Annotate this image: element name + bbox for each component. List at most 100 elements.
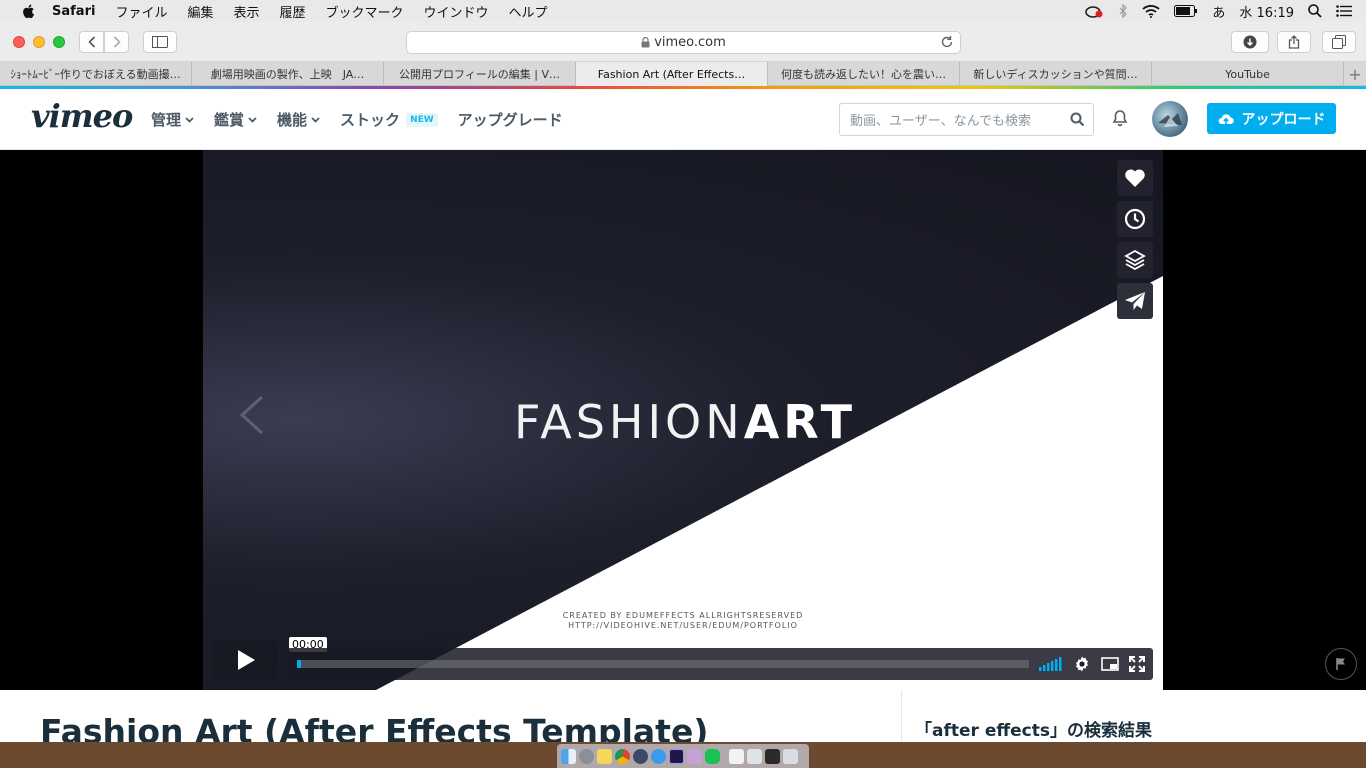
menu-file[interactable]: ファイル <box>115 2 167 21</box>
share-button[interactable] <box>1277 31 1311 53</box>
watch-later-button[interactable] <box>1117 201 1153 237</box>
chrome-dock-icon[interactable] <box>615 748 630 764</box>
trash-dock-icon[interactable] <box>783 748 798 764</box>
new-tab-button[interactable]: + <box>1344 62 1366 86</box>
progress-bar[interactable] <box>297 660 1029 668</box>
menu-app-safari[interactable]: Safari <box>52 4 95 19</box>
like-button[interactable] <box>1117 160 1153 196</box>
browser-tab[interactable]: 新しいディスカッションや質問… <box>960 62 1152 86</box>
upload-button[interactable]: アップロード <box>1207 103 1336 134</box>
minimize-window-button[interactable] <box>33 36 45 48</box>
cloud-upload-icon <box>1218 113 1234 124</box>
input-method-indicator[interactable]: あ <box>1212 2 1225 21</box>
fullscreen-icon[interactable] <box>1129 656 1145 672</box>
vimeo-header: vimeo 管理 鑑賞 機能 ストック NEW アップグレード 動画、ユーザー、な… <box>0 89 1366 150</box>
nav-upgrade[interactable]: アップグレード <box>458 109 563 130</box>
player-controls: 00:00 <box>213 637 1153 680</box>
browser-tab[interactable]: 劇場用映画の製作、上映 JA… <box>192 62 384 86</box>
heart-icon <box>1125 169 1145 187</box>
downloads-button[interactable] <box>1231 31 1269 53</box>
new-badge: NEW <box>406 112 438 127</box>
browser-tab[interactable]: YouTube <box>1152 62 1344 86</box>
paper-plane-icon <box>1125 292 1145 310</box>
chevron-left-icon <box>87 36 95 48</box>
browser-tab[interactable]: 何度も読み返したい！心を震い… <box>768 62 960 86</box>
menu-view[interactable]: 表示 <box>233 2 259 21</box>
share-icon <box>1288 35 1300 49</box>
notification-center-icon[interactable] <box>1336 5 1352 17</box>
menu-bookmarks[interactable]: ブックマーク <box>326 2 404 21</box>
terminal-dock-icon[interactable] <box>765 748 780 764</box>
preview-dock-icon[interactable] <box>633 748 648 764</box>
apple-icon[interactable] <box>20 2 38 20</box>
settings-gear-icon[interactable] <box>1073 655 1091 673</box>
user-avatar[interactable] <box>1152 101 1188 137</box>
zoom-window-button[interactable] <box>53 36 65 48</box>
browser-tab[interactable]: ｼｮｰﾄﾑｰﾋﾞｰ作りでおぼえる動画撮… <box>0 62 192 86</box>
progress-fill <box>297 660 301 668</box>
nav-features-label: 機能 <box>277 111 308 129</box>
vimeo-logo[interactable]: vimeo <box>31 97 133 135</box>
browser-tab[interactable]: 公開用プロフィールの編集 | V… <box>384 62 576 86</box>
video-title-thin: FASHION <box>514 395 744 449</box>
menu-window[interactable]: ウインドウ <box>424 2 489 21</box>
bluetooth-icon[interactable] <box>1118 4 1128 18</box>
search-icon[interactable] <box>1070 112 1085 127</box>
browser-tab-active[interactable]: Fashion Art (After Effects… <box>576 62 768 86</box>
address-bar[interactable]: vimeo.com <box>406 31 961 54</box>
forward-button[interactable] <box>104 31 129 53</box>
share-video-button[interactable] <box>1117 283 1153 319</box>
spotlight-search-icon[interactable] <box>1308 4 1322 18</box>
notifications-bell-icon[interactable] <box>1112 109 1128 127</box>
nav-stock[interactable]: ストック NEW <box>340 109 438 130</box>
search-input[interactable]: 動画、ユーザー、なんでも検索 <box>839 103 1094 136</box>
after-effects-dock-icon[interactable] <box>669 748 684 764</box>
column-divider <box>901 690 902 742</box>
battery-icon[interactable] <box>1174 5 1198 17</box>
video-player: FASHIONART CREATED BY EDUMEFFECTS ALLRIG… <box>0 150 1366 690</box>
wifi-icon[interactable] <box>1142 4 1160 18</box>
nav-manage-label: 管理 <box>151 111 182 129</box>
macos-menubar: Safari ファイル 編集 表示 履歴 ブックマーク ウインドウ ヘルプ あ … <box>0 0 1366 22</box>
picture-in-picture-icon[interactable] <box>1101 657 1119 671</box>
document-dock-icon[interactable] <box>729 748 744 764</box>
finder-dock-icon[interactable] <box>561 748 576 764</box>
volume-bars-icon[interactable] <box>1039 657 1063 671</box>
url-text: vimeo.com <box>654 35 726 50</box>
sidebar-toggle-button[interactable] <box>143 31 177 53</box>
report-flag-button[interactable] <box>1325 648 1357 680</box>
play-button[interactable] <box>213 640 278 680</box>
menu-edit[interactable]: 編集 <box>187 2 213 21</box>
back-button[interactable] <box>79 31 104 53</box>
creative-cloud-icon[interactable] <box>1084 4 1104 18</box>
close-window-button[interactable] <box>13 36 25 48</box>
previous-video-arrow-icon[interactable] <box>238 395 266 435</box>
video-page-title: Fashion Art (After Effects Template) <box>40 712 709 742</box>
photos-dock-icon[interactable] <box>687 748 702 764</box>
tab-bar: ｼｮｰﾄﾑｰﾋﾞｰ作りでおぼえる動画撮… 劇場用映画の製作、上映 JA… 公開用… <box>0 62 1366 86</box>
download-icon <box>1243 35 1257 49</box>
nav-manage[interactable]: 管理 <box>151 109 194 130</box>
reload-icon[interactable] <box>940 35 954 49</box>
collections-button[interactable] <box>1117 242 1153 278</box>
safari-toolbar: vimeo.com <box>0 22 1366 62</box>
video-frame[interactable]: FASHIONART CREATED BY EDUMEFFECTS ALLRIG… <box>203 150 1163 690</box>
safari-dock-icon[interactable] <box>651 748 666 764</box>
sidebar-icon <box>152 36 168 48</box>
menu-history[interactable]: 履歴 <box>279 2 305 21</box>
line-dock-icon[interactable] <box>705 748 720 764</box>
upload-label: アップロード <box>1241 111 1326 128</box>
credit-line-1: CREATED BY EDUMEFFECTS ALLRIGHTSRESERVED <box>562 611 804 620</box>
launchpad-dock-icon[interactable] <box>579 748 594 764</box>
window-dock-icon[interactable] <box>747 748 762 764</box>
tabs-icon <box>1332 35 1346 49</box>
tab-overview-button[interactable] <box>1322 31 1356 53</box>
player-side-actions <box>1117 160 1153 324</box>
nav-features[interactable]: 機能 <box>277 109 320 130</box>
video-info: Fashion Art (After Effects Template) 「af… <box>0 690 1366 742</box>
nav-watch[interactable]: 鑑賞 <box>214 109 257 130</box>
notes-dock-icon[interactable] <box>597 748 612 764</box>
main-nav: 管理 鑑賞 機能 ストック NEW アップグレード <box>151 109 583 130</box>
menu-help[interactable]: ヘルプ <box>509 2 548 21</box>
menubar-clock[interactable]: 水 16:19 <box>1239 2 1294 21</box>
